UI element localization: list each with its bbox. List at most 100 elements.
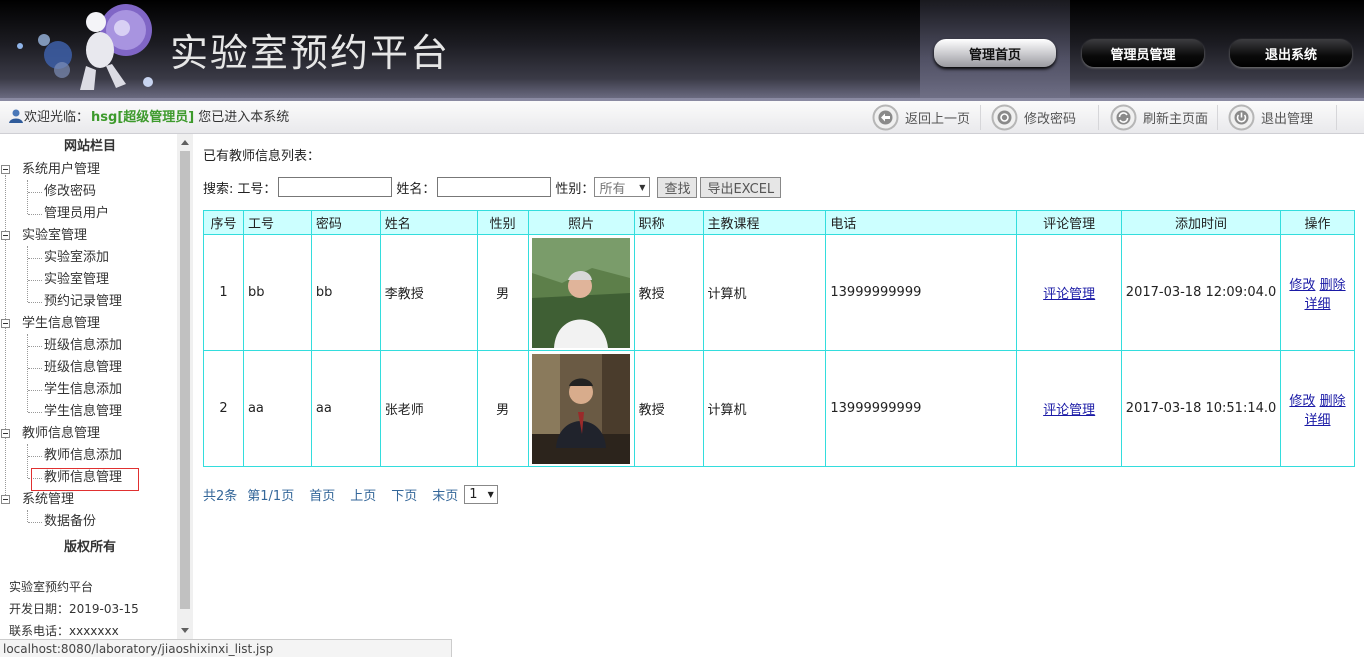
sidebar-group-students[interactable]: 学生信息管理 [22, 313, 100, 335]
sidebar-item-admin-users[interactable]: 管理员用户 [44, 203, 109, 225]
toolbar-divider [1336, 105, 1337, 130]
dropdown-arrow-icon: ▼ [639, 182, 646, 192]
back-button[interactable]: 返回上一页 [872, 103, 970, 131]
edit-link[interactable]: 修改 [1289, 278, 1315, 293]
refresh-button[interactable]: 刷新主页面 [1110, 103, 1208, 131]
sidebar-item-teacher-add[interactable]: 教师信息添加 [44, 445, 122, 467]
name-label: 姓名： [396, 181, 436, 197]
cell-added-time: 2017-03-18 12:09:04.0 [1121, 234, 1281, 351]
sidebar-item-lab-add[interactable]: 实验室添加 [44, 247, 109, 269]
sidebar-group-teachers[interactable]: 教师信息管理 [22, 423, 100, 445]
welcome-suffix: 您已进入本系统 [198, 110, 290, 125]
tree-line [28, 390, 42, 391]
last-page-link[interactable]: 末页 [432, 485, 458, 504]
sidebar-item-student-manage[interactable]: 学生信息管理 [44, 401, 122, 423]
change-password-label: 修改密码 [1024, 111, 1077, 127]
delete-link[interactable]: 删除 [1320, 278, 1346, 293]
scroll-up-icon[interactable] [181, 140, 189, 145]
detail-link[interactable]: 详细 [1304, 297, 1330, 312]
sidebar-item-class-add[interactable]: 班级信息添加 [44, 335, 122, 357]
scroll-down-icon[interactable] [181, 628, 189, 633]
sidebar-item-booking-records[interactable]: 预约记录管理 [44, 291, 122, 313]
cell-no: 1 [203, 234, 244, 351]
welcome-message: 欢迎光临： hsg[超级管理员] 您已进入本系统 [8, 106, 289, 125]
sidebar-item-lab-manage[interactable]: 实验室管理 [44, 269, 109, 291]
collapse-toggle-icon[interactable] [1, 165, 10, 174]
find-button[interactable]: 查找 [657, 176, 698, 198]
cell-no: 2 [203, 350, 244, 467]
comment-manage-link[interactable]: 评论管理 [1043, 403, 1095, 418]
tree-line [28, 302, 42, 303]
export-excel-button[interactable]: 导出EXCEL [700, 176, 782, 198]
nav-logout-button[interactable]: 退出系统 [1230, 39, 1352, 67]
sidebar-group-lab[interactable]: 实验室管理 [22, 225, 87, 247]
scroll-thumb[interactable] [180, 151, 190, 609]
col-photo: 照片 [527, 210, 635, 235]
sidebar-item-student-add[interactable]: 学生信息添加 [44, 379, 122, 401]
sidebar-scrollbar[interactable] [177, 134, 193, 639]
col-course: 主教课程 [702, 210, 827, 235]
collapse-toggle-icon[interactable] [1, 495, 10, 504]
prev-page-link[interactable]: 上页 [350, 485, 376, 504]
collapse-toggle-icon[interactable] [1, 319, 10, 328]
col-teacher-id: 工号 [242, 210, 312, 235]
current-user: hsg[超级管理员] [91, 110, 195, 125]
password-icon [991, 104, 1018, 130]
next-page-link[interactable]: 下页 [391, 485, 417, 504]
refresh-icon [1110, 104, 1137, 130]
tree-line [28, 368, 42, 369]
page-select[interactable]: 1 ▼ [464, 485, 499, 504]
col-actions: 操作 [1279, 210, 1356, 235]
cell-actions: 修改 删除 详细 [1279, 350, 1356, 467]
comment-manage-link[interactable]: 评论管理 [1043, 287, 1095, 302]
gender-select-value: 所有 [599, 181, 626, 197]
tree-line [28, 280, 42, 281]
change-password-button[interactable]: 修改密码 [991, 103, 1076, 131]
edit-link[interactable]: 修改 [1289, 394, 1315, 409]
tree-line [5, 175, 6, 499]
tree-line [28, 346, 42, 347]
status-bar-url: localhost:8080/laboratory/jiaoshixinxi_l… [0, 639, 452, 657]
cell-actions: 修改 删除 详细 [1279, 234, 1356, 351]
pagination: 共2条 第1/1页 首页 上页 下页 末页 1 ▼ [203, 485, 508, 504]
first-page-link[interactable]: 首页 [309, 485, 335, 504]
page-select-value: 1 [469, 487, 478, 502]
user-icon [9, 109, 23, 123]
sidebar-title: 网站栏目 [63, 139, 116, 154]
cell-course: 计算机 [702, 234, 827, 351]
tree-line [27, 246, 28, 302]
col-title: 职称 [633, 210, 704, 235]
name-input[interactable] [437, 177, 552, 197]
sidebar-group-system-users[interactable]: 系统用户管理 [22, 159, 100, 181]
toolbar: 欢迎光临： hsg[超级管理员] 您已进入本系统 返回上一页 修改密码 刷新主页… [0, 101, 1364, 134]
collapse-toggle-icon[interactable] [1, 231, 10, 240]
teacher-id-input[interactable] [278, 177, 393, 197]
contact-phone: 联系电话：xxxxxxx [9, 624, 119, 638]
cell-comments: 评论管理 [1016, 234, 1123, 351]
sidebar-group-system[interactable]: 系统管理 [22, 489, 74, 511]
col-added-time: 添加时间 [1121, 210, 1281, 235]
gender-select[interactable]: 所有 ▼ [594, 177, 651, 197]
cell-gender: 男 [476, 350, 529, 467]
cell-password: bb [310, 234, 381, 351]
search-bar: 搜索: 工号： 姓名： 性别： 所有 ▼ 查找 导出EXCEL [203, 176, 782, 198]
nav-home-button[interactable]: 管理首页 [934, 39, 1056, 67]
sidebar-item-backup[interactable]: 数据备份 [44, 511, 96, 533]
gender-label: 性别： [555, 181, 595, 197]
cell-phone: 13999999999 [825, 350, 1018, 467]
detail-link[interactable]: 详细 [1304, 413, 1330, 428]
cell-gender: 男 [476, 234, 529, 351]
refresh-label: 刷新主页面 [1143, 111, 1209, 127]
nav-admin-button[interactable]: 管理员管理 [1082, 39, 1204, 67]
col-password: 密码 [310, 210, 381, 235]
collapse-toggle-icon[interactable] [1, 429, 10, 438]
logout-admin-button[interactable]: 退出管理 [1228, 103, 1313, 131]
teacher-table: 序号 工号 密码 姓名 性别 照片 职称 主教课程 电话 评论管理 添加时间 操… [203, 210, 1356, 467]
cell-course: 计算机 [702, 350, 827, 467]
tree-line [27, 510, 28, 522]
sidebar-item-change-password[interactable]: 修改密码 [44, 181, 96, 203]
sidebar-item-class-manage[interactable]: 班级信息管理 [44, 357, 122, 379]
cell-name: 李教授 [379, 234, 478, 351]
delete-link[interactable]: 删除 [1320, 394, 1346, 409]
teacher-id-label: 工号： [237, 181, 277, 197]
